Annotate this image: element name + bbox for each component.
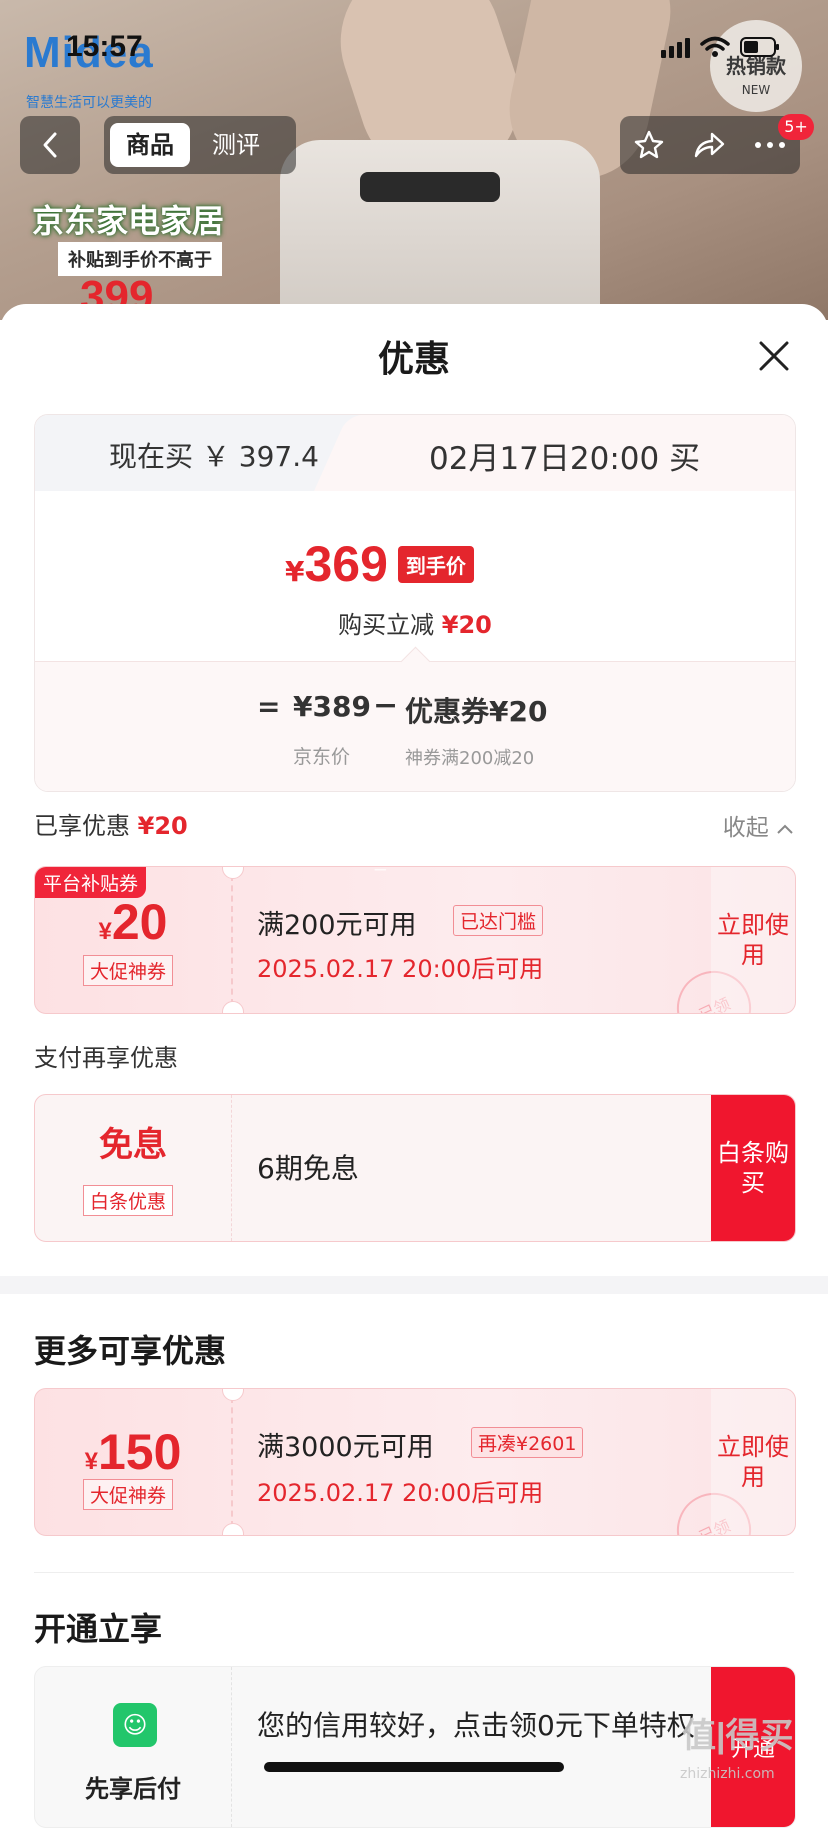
wifi-icon	[700, 36, 730, 57]
back-button[interactable]	[20, 116, 80, 174]
coupon-condition: 满3000元可用	[257, 1432, 434, 1463]
coupon-threshold-tag: 已达门槛	[453, 905, 544, 936]
star-icon[interactable]	[633, 129, 665, 161]
promo-subtitle: 补贴到手价不高于	[58, 242, 222, 276]
credit-desc: 您的信用较好，点击领0元下单特权	[257, 1709, 695, 1742]
product-image-panel	[360, 172, 500, 202]
tab-review[interactable]: 测评	[196, 123, 276, 167]
tab-product[interactable]: 商品	[110, 123, 190, 167]
coupon-remaining-tag: 再凑¥2601	[471, 1427, 584, 1458]
enjoyed-discount-label: 已享优惠 ¥20	[34, 806, 188, 841]
site-watermark: 值|得买	[682, 1717, 794, 1755]
open-enjoy-heading: 开通立享	[34, 1610, 163, 1648]
shopping-bag-icon: ☺	[113, 1703, 157, 1747]
coupon-condition: 满200元可用	[257, 910, 417, 941]
signal-icon	[661, 38, 690, 58]
collapse-label: 收起	[722, 815, 769, 841]
baitiao-buy-button[interactable]: 白条购买	[711, 1095, 795, 1241]
product-nav-tabs: 商品 测评	[104, 116, 296, 174]
instant-reduction-amount: ¥20	[441, 611, 492, 639]
pay-discount-label: 支付再享优惠	[34, 1044, 178, 1072]
collapse-toggle[interactable]: 收起	[723, 808, 794, 842]
coupon-value: ¥20	[35, 893, 231, 951]
brand-slogan: 智慧生活可以更美的	[26, 95, 152, 111]
final-price-value: 369	[304, 536, 388, 592]
coupon-valid-time: 2025.02.17 20:00后可用	[257, 955, 544, 983]
discount-sheet: 优惠 现在买 ￥ 397.4 02月17日20:00 买 ¥ 369 到手价 购…	[0, 304, 828, 1792]
hot-sale-badge: 热销款 NEW	[710, 20, 802, 112]
final-price-currency: ¥	[285, 555, 305, 588]
jd-price-label: 京东价	[293, 746, 351, 768]
tab-buy-later-label: 02月17日20:00 买	[429, 441, 701, 477]
more-discounts-heading: 更多可享优惠	[34, 1332, 227, 1370]
coupon-value: ¥150	[35, 1423, 231, 1481]
formula-equals: =	[257, 690, 281, 723]
coupon-kind: 大促神券	[83, 1479, 174, 1510]
use-now-button[interactable]: 立即使用	[711, 1389, 795, 1535]
installment-desc: 6期免息	[257, 1152, 359, 1185]
chevron-up-icon	[777, 824, 793, 834]
product-image-foot-spa	[280, 140, 600, 320]
home-indicator[interactable]	[264, 1762, 564, 1772]
formula-minus: −	[373, 688, 399, 723]
message-count-badge: 5+	[778, 114, 814, 140]
coupon-currency: ¥	[84, 1448, 98, 1475]
price-breakdown-card: 现在买 ￥ 397.4 02月17日20:00 买 ¥ 369 到手价 购买立减…	[34, 414, 796, 792]
tab-buy-later[interactable]: 02月17日20:00 买	[375, 415, 795, 491]
chevron-left-icon	[43, 132, 57, 158]
status-icons	[661, 36, 780, 58]
pay-later-label: 先享后付	[85, 1775, 181, 1803]
status-time: 15:57	[66, 30, 143, 63]
coupon-amount: 150	[97, 1424, 182, 1480]
enjoyed-label-text: 已享优惠	[34, 812, 130, 840]
tab-buy-now-label: 现在买 ￥ 397.4	[109, 440, 319, 473]
user-watermark: Koren_1101	[312, 846, 442, 871]
coupon-deduction-label: 神券满200减20	[405, 748, 535, 769]
price-formula: = ¥389 − 优惠券¥20 京东价 神券满200减20	[35, 646, 795, 791]
enjoyed-amount: ¥20	[137, 812, 188, 840]
coupon-kind: 大促神券	[83, 955, 174, 986]
nav-actions	[620, 116, 800, 174]
final-price-tag: 到手价	[397, 546, 474, 583]
share-icon[interactable]	[692, 130, 726, 160]
instant-reduction-label: 购买立减	[338, 611, 435, 639]
battery-icon	[740, 37, 779, 57]
baitiao-interest-free-card: 免息 白条优惠 6期免息 白条购买	[34, 1094, 796, 1242]
big-promo-coupon: ¥150 大促神券 满3000元可用 再凑¥2601 2025.02.17 20…	[34, 1388, 796, 1536]
jd-price: ¥389	[293, 690, 371, 723]
coupon-valid-time: 2025.02.17 20:00后可用	[257, 1479, 544, 1507]
coupon-amount: 20	[111, 894, 168, 950]
sheet-title: 优惠	[377, 339, 450, 380]
promo-title: 京东家电家居	[32, 202, 225, 240]
site-watermark-url: zhizhizhi.com	[680, 1766, 775, 1782]
hot-badge-sub: NEW	[741, 83, 771, 97]
more-icon[interactable]	[753, 140, 787, 150]
close-icon[interactable]	[756, 338, 792, 374]
use-now-button[interactable]: 立即使用	[711, 867, 795, 1013]
baitiao-tag: 白条优惠	[83, 1185, 174, 1216]
coupon-currency: ¥	[98, 918, 112, 945]
final-price: ¥ 369 到手价	[285, 535, 474, 593]
coupon-deduction: 优惠券¥20	[405, 695, 548, 728]
platform-subsidy-coupon: 平台补贴券 ¥20 大促神券 满200元可用 已达门槛 2025.02.17 2…	[34, 866, 796, 1014]
instant-reduction: 购买立减 ¥20	[35, 605, 795, 640]
interest-free-title: 免息	[99, 1125, 167, 1165]
